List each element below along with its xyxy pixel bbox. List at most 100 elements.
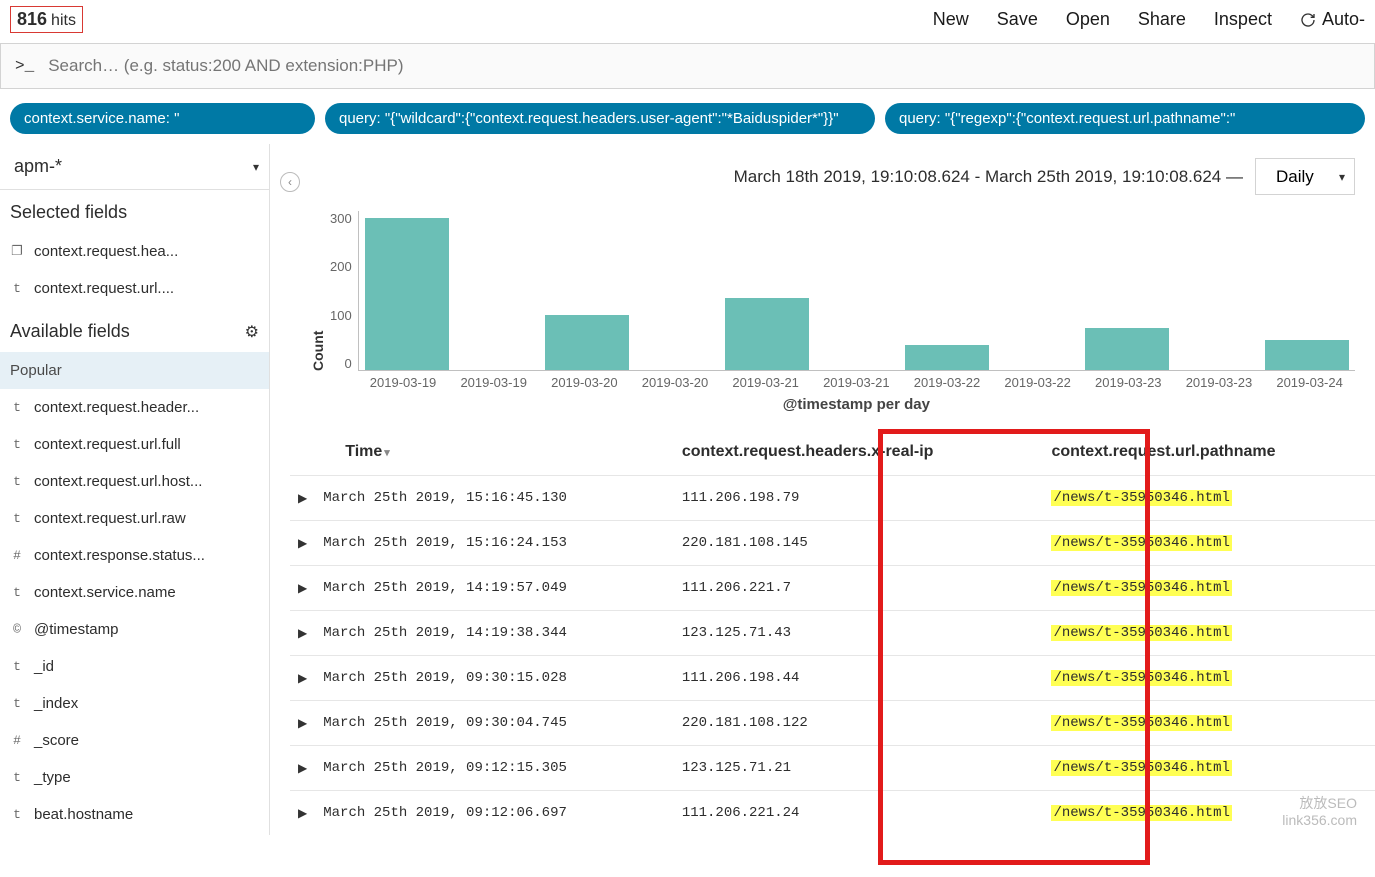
available-field-item[interactable]: #_score xyxy=(0,722,269,759)
available-field-item[interactable]: tcontext.service.name xyxy=(0,574,269,611)
open-button[interactable]: Open xyxy=(1066,9,1110,30)
cell-ip: 111.206.198.44 xyxy=(674,656,1044,701)
available-field-item[interactable]: # context.response.status... xyxy=(0,537,269,574)
hits-number: 816 xyxy=(17,9,47,30)
selected-field-item[interactable]: tcontext.request.url.... xyxy=(0,270,269,307)
inspect-button[interactable]: Inspect xyxy=(1214,9,1272,30)
field-type-icon: t xyxy=(10,281,24,296)
x-tick: 2019-03-21 xyxy=(720,375,811,390)
histogram-bar[interactable] xyxy=(365,218,449,370)
cell-time: March 25th 2019, 14:19:57.049 xyxy=(315,566,674,611)
search-bar[interactable]: >_ xyxy=(0,43,1375,89)
hits-label: hits xyxy=(51,12,76,30)
results-table-wrap: Time▾ context.request.headers.x-real-ip … xyxy=(270,429,1375,835)
expand-row-button[interactable]: ▶ xyxy=(290,656,315,701)
top-menu: New Save Open Share Inspect Auto- xyxy=(933,9,1365,30)
expand-row-button[interactable]: ▶ xyxy=(290,791,315,836)
cell-ip: 111.206.198.79 xyxy=(674,476,1044,521)
gear-icon[interactable]: ⚙ xyxy=(245,322,259,342)
index-pattern-select[interactable]: apm-* ▾ xyxy=(0,144,269,189)
auto-refresh-button[interactable]: Auto- xyxy=(1300,9,1365,30)
expand-row-button[interactable]: ▶ xyxy=(290,611,315,656)
available-field-item[interactable]: t_id xyxy=(0,648,269,685)
available-fields-title: Available fields xyxy=(10,321,130,342)
histogram-bar[interactable] xyxy=(545,315,629,370)
cell-path: /news/t-35950346.html xyxy=(1043,656,1375,701)
y-tick: 300 xyxy=(330,211,352,226)
x-tick: 2019-03-24 xyxy=(1264,375,1355,390)
caret-down-icon: ▾ xyxy=(253,160,259,174)
available-field-item[interactable]: tcontext.request.url.full xyxy=(0,426,269,463)
field-name: context.request.header... xyxy=(34,399,199,416)
table-row: ▶ March 25th 2019, 09:30:15.028 111.206.… xyxy=(290,656,1375,701)
results-table: Time▾ context.request.headers.x-real-ip … xyxy=(290,429,1375,835)
histogram-bar[interactable] xyxy=(1265,340,1349,370)
expand-row-button[interactable]: ▶ xyxy=(290,701,315,746)
cell-path: /news/t-35950346.html xyxy=(1043,701,1375,746)
col-time[interactable]: Time▾ xyxy=(315,429,674,476)
x-tick: 2019-03-20 xyxy=(539,375,630,390)
field-name: context.response.status... xyxy=(34,547,205,564)
cell-path: /news/t-35950346.html xyxy=(1043,521,1375,566)
field-type-icon: # xyxy=(10,548,24,563)
field-name: _index xyxy=(34,695,78,712)
table-row: ▶ March 25th 2019, 14:19:38.344 123.125.… xyxy=(290,611,1375,656)
field-type-icon: t xyxy=(10,659,24,674)
hits-count: 816 hits xyxy=(10,6,83,33)
histogram-bar[interactable] xyxy=(1085,328,1169,370)
y-tick: 0 xyxy=(344,356,351,371)
expand-row-button[interactable]: ▶ xyxy=(290,476,315,521)
col-ip[interactable]: context.request.headers.x-real-ip xyxy=(674,429,1044,476)
x-tick: 2019-03-23 xyxy=(1174,375,1265,390)
field-type-icon: ❐ xyxy=(10,244,24,259)
field-name: beat.hostname xyxy=(34,806,133,823)
available-field-item[interactable]: t_type xyxy=(0,759,269,796)
histogram-chart: Count 3002001000 2019-03-192019-03-19201… xyxy=(270,201,1375,429)
x-tick: 2019-03-19 xyxy=(358,375,449,390)
prompt-icon: >_ xyxy=(15,57,34,75)
filter-pills: context.service.name: " query: "{"wildca… xyxy=(0,97,1375,144)
index-pattern-label: apm-* xyxy=(14,156,62,177)
cell-ip: 220.181.108.145 xyxy=(674,521,1044,566)
histogram-bar[interactable] xyxy=(725,298,809,370)
histogram-bar[interactable] xyxy=(905,345,989,370)
cell-time: March 25th 2019, 15:16:24.153 xyxy=(315,521,674,566)
save-button[interactable]: Save xyxy=(997,9,1038,30)
cell-ip: 111.206.221.7 xyxy=(674,566,1044,611)
search-input[interactable] xyxy=(48,56,1360,76)
popular-label: Popular xyxy=(0,352,269,389)
new-button[interactable]: New xyxy=(933,9,969,30)
filter-pill-service[interactable]: context.service.name: " xyxy=(10,103,315,134)
cell-time: March 25th 2019, 09:12:06.697 xyxy=(315,791,674,836)
table-row: ▶ March 25th 2019, 09:12:15.305 123.125.… xyxy=(290,746,1375,791)
available-field-item[interactable]: tcontext.request.url.host... xyxy=(0,463,269,500)
cell-ip: 220.181.108.122 xyxy=(674,701,1044,746)
main-panel: March 18th 2019, 19:10:08.624 - March 25… xyxy=(270,144,1375,835)
share-button[interactable]: Share xyxy=(1138,9,1186,30)
cell-ip: 123.125.71.43 xyxy=(674,611,1044,656)
available-field-item[interactable]: t context.request.header... xyxy=(0,389,269,426)
cell-path: /news/t-35950346.html xyxy=(1043,476,1375,521)
filter-pill-pathname[interactable]: query: "{"regexp":{"context.request.url.… xyxy=(885,103,1365,134)
table-row: ▶ March 25th 2019, 14:19:57.049 111.206.… xyxy=(290,566,1375,611)
selected-field-item[interactable]: ❐context.request.hea... xyxy=(0,233,269,270)
available-field-item[interactable]: ©@timestamp xyxy=(0,611,269,648)
available-field-item[interactable]: tcontext.request.url.raw xyxy=(0,500,269,537)
table-row: ▶ March 25th 2019, 09:30:04.745 220.181.… xyxy=(290,701,1375,746)
expand-row-button[interactable]: ▶ xyxy=(290,566,315,611)
interval-select[interactable]: Daily xyxy=(1255,158,1355,195)
field-type-icon: t xyxy=(10,585,24,600)
sidebar: apm-* ▾ ‹ Selected fields ❐context.reque… xyxy=(0,144,270,835)
field-type-icon: t xyxy=(10,400,24,415)
expand-row-button[interactable]: ▶ xyxy=(290,521,315,566)
col-path[interactable]: context.request.url.pathname xyxy=(1043,429,1375,476)
cell-time: March 25th 2019, 14:19:38.344 xyxy=(315,611,674,656)
field-type-icon: t xyxy=(10,474,24,489)
expand-row-button[interactable]: ▶ xyxy=(290,746,315,791)
filter-pill-useragent[interactable]: query: "{"wildcard":{"context.request.he… xyxy=(325,103,875,134)
cell-ip: 123.125.71.21 xyxy=(674,746,1044,791)
available-field-item[interactable]: tbeat.hostname xyxy=(0,796,269,833)
field-type-icon: t xyxy=(10,437,24,452)
available-field-item[interactable]: t_index xyxy=(0,685,269,722)
auto-refresh-label: Auto- xyxy=(1322,9,1365,30)
